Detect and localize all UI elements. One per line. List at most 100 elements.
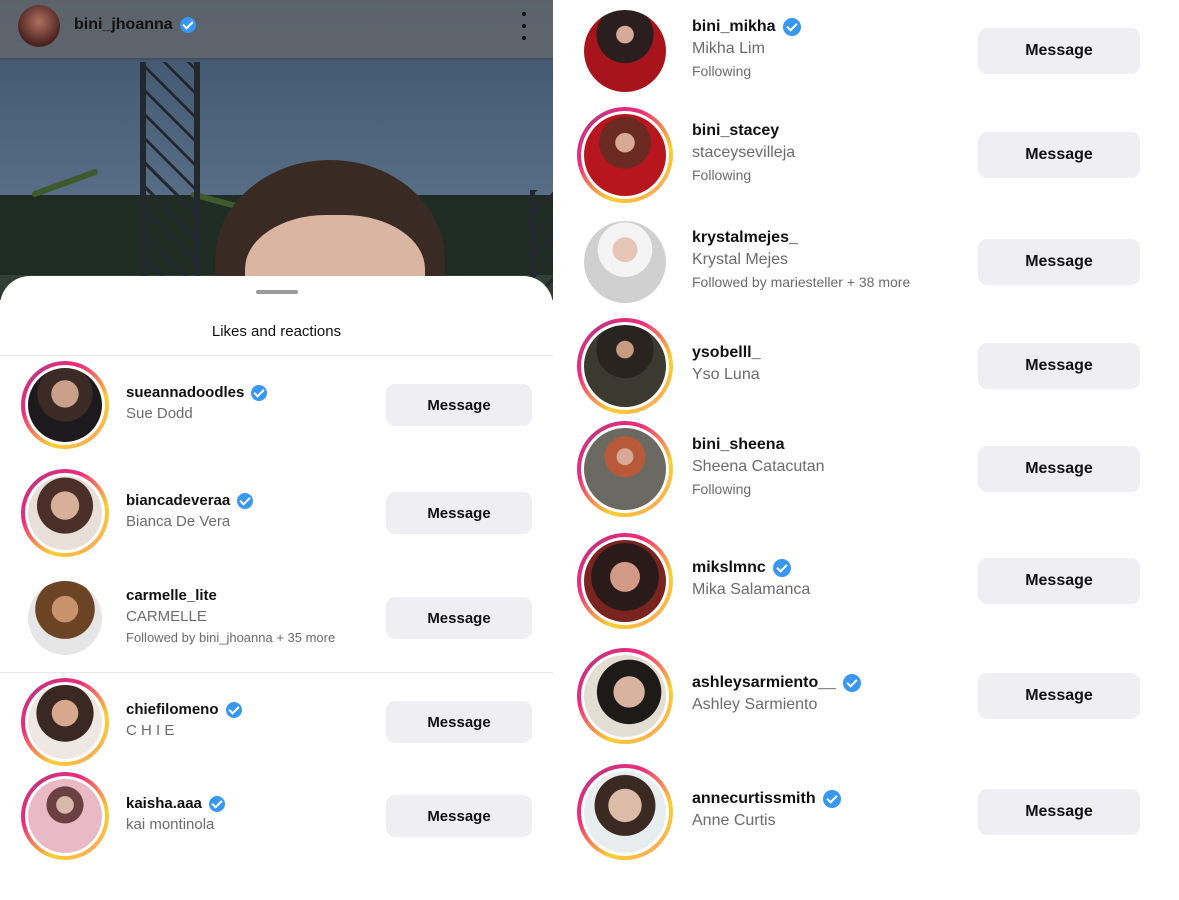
username-text[interactable]: kaisha.aaa — [126, 795, 202, 812]
post-header: bini_jhoanna — [0, 0, 553, 58]
username-text[interactable]: krystalmejes_ — [692, 229, 798, 247]
message-button[interactable]: Message — [978, 343, 1140, 389]
username[interactable]: bini_sheena — [692, 436, 784, 454]
username[interactable]: bini_mikha — [692, 18, 801, 36]
avatar[interactable] — [28, 581, 102, 655]
username[interactable]: ashleysarmiento__ — [692, 674, 862, 692]
username-text[interactable]: sueannadoodles — [126, 384, 244, 401]
message-button[interactable]: Message — [978, 789, 1140, 835]
avatar[interactable] — [584, 325, 666, 407]
username[interactable]: annecurtissmith — [692, 790, 841, 808]
username-text[interactable]: annecurtissmith — [692, 790, 816, 808]
list-item[interactable]: bini_sheena Sheena Catacutan Following Mess… — [553, 421, 1179, 517]
follow-context: Following — [692, 481, 752, 497]
list-item[interactable]: bini_mikha Mikha Lim Following Message — [553, 4, 1179, 98]
username-text[interactable]: carmelle_lite — [126, 587, 217, 604]
verified-badge-icon — [822, 790, 841, 808]
photo-tower — [530, 190, 553, 290]
avatar[interactable] — [28, 779, 102, 853]
username-text[interactable]: bini_sheena — [692, 436, 784, 454]
avatar[interactable] — [584, 771, 666, 853]
drag-handle[interactable] — [256, 290, 298, 294]
username[interactable]: bini_stacey — [692, 122, 779, 140]
avatar[interactable] — [28, 368, 102, 442]
photo-tower — [140, 62, 200, 282]
display-name: Ashley Sarmiento — [692, 696, 818, 713]
username-text[interactable]: chiefilomeno — [126, 701, 219, 718]
list-item[interactable]: chiefilomeno C H I E Message — [0, 676, 553, 768]
username[interactable]: carmelle_lite — [126, 587, 217, 604]
verified-badge-icon — [208, 795, 225, 812]
more-options-icon[interactable] — [514, 12, 534, 40]
display-name: Bianca De Vera — [126, 513, 231, 530]
display-name: kai montinola — [126, 816, 215, 833]
sheet-title: Likes and reactions — [211, 323, 342, 340]
list-item[interactable]: krystalmejes_ Krystal Mejes Followed by ma… — [553, 214, 1179, 310]
message-button[interactable]: Message — [978, 673, 1140, 719]
display-name: Sheena Catacutan — [692, 458, 825, 475]
username-text[interactable]: ashleysarmiento__ — [692, 674, 836, 692]
display-name: Mika Salamanca — [692, 581, 811, 598]
right-panel: bini_mikha Mikha Lim Following Message bini_… — [553, 0, 1179, 900]
list-item[interactable]: carmelle_lite CARMELLE Followed by bini_jh… — [0, 572, 553, 664]
username[interactable]: ysobelll_ — [692, 344, 760, 362]
verified-badge-icon — [772, 559, 791, 577]
display-name: Krystal Mejes — [692, 251, 789, 268]
display-name: Mikha Lim — [692, 40, 765, 57]
username-text[interactable]: bini_mikha — [692, 18, 776, 36]
avatar[interactable] — [584, 655, 666, 737]
username[interactable]: biancadeveraa — [126, 492, 254, 509]
list-item[interactable]: ysobelll_ Yso Luna Message — [553, 318, 1179, 414]
list-item[interactable]: kaisha.aaa kai montinola Message — [0, 770, 553, 862]
username-text[interactable]: bini_stacey — [692, 122, 779, 140]
verified-badge-icon — [782, 18, 801, 36]
verified-badge-icon — [237, 492, 254, 509]
follow-context: Following — [692, 167, 752, 183]
list-item[interactable]: ashleysarmiento__ Ashley Sarmiento Message — [553, 646, 1179, 746]
username[interactable]: sueannadoodles — [126, 384, 268, 401]
list-item[interactable]: sueannadoodles Sue Dodd Message — [0, 361, 553, 449]
avatar[interactable] — [584, 10, 666, 92]
list-item[interactable]: mikslmnc Mika Salamanca Message — [553, 531, 1179, 631]
divider — [0, 672, 553, 673]
username-text[interactable]: ysobelll_ — [692, 344, 760, 362]
message-button[interactable]: Message — [386, 492, 532, 534]
follow-context: Following — [692, 63, 752, 79]
message-button[interactable]: Message — [978, 28, 1140, 74]
follow-context: Followed by mariesteller + 38 more — [692, 274, 911, 290]
left-panel: bini_jhoanna Likes and reactions sueanna… — [0, 0, 553, 900]
post-author-username[interactable]: bini_jhoanna — [74, 16, 173, 34]
verified-badge-icon — [179, 17, 196, 33]
display-name: Yso Luna — [692, 366, 760, 383]
username[interactable]: kaisha.aaa — [126, 795, 225, 812]
divider — [0, 355, 553, 356]
avatar[interactable] — [28, 476, 102, 550]
avatar[interactable] — [584, 540, 666, 622]
message-button[interactable]: Message — [978, 446, 1140, 492]
message-button[interactable]: Message — [386, 795, 532, 837]
avatar[interactable] — [584, 114, 666, 196]
list-item[interactable]: biancadeveraa Bianca De Vera Message — [0, 469, 553, 557]
post-author[interactable]: bini_jhoanna — [74, 16, 196, 34]
verified-badge-icon — [251, 384, 268, 401]
avatar[interactable] — [584, 221, 666, 303]
message-button[interactable]: Message — [978, 558, 1140, 604]
message-button[interactable]: Message — [386, 597, 532, 639]
username[interactable]: krystalmejes_ — [692, 229, 798, 247]
username-text[interactable]: mikslmnc — [692, 559, 766, 577]
username[interactable]: chiefilomeno — [126, 701, 242, 718]
username[interactable]: mikslmnc — [692, 559, 791, 577]
follow-context: Followed by bini_jhoanna + 35 more — [126, 629, 336, 645]
avatar[interactable] — [18, 5, 60, 47]
username-text[interactable]: biancadeveraa — [126, 492, 230, 509]
display-name: Sue Dodd — [126, 405, 193, 422]
list-item[interactable]: annecurtissmith Anne Curtis Message — [553, 762, 1179, 862]
avatar[interactable] — [584, 428, 666, 510]
message-button[interactable]: Message — [978, 239, 1140, 285]
message-button[interactable]: Message — [386, 384, 532, 426]
list-item[interactable]: bini_stacey staceysevilleja Following Messa… — [553, 107, 1179, 203]
likes-sheet: Likes and reactions sueannadoodles Sue Do… — [0, 276, 553, 900]
message-button[interactable]: Message — [386, 701, 532, 743]
avatar[interactable] — [28, 685, 102, 759]
message-button[interactable]: Message — [978, 132, 1140, 178]
